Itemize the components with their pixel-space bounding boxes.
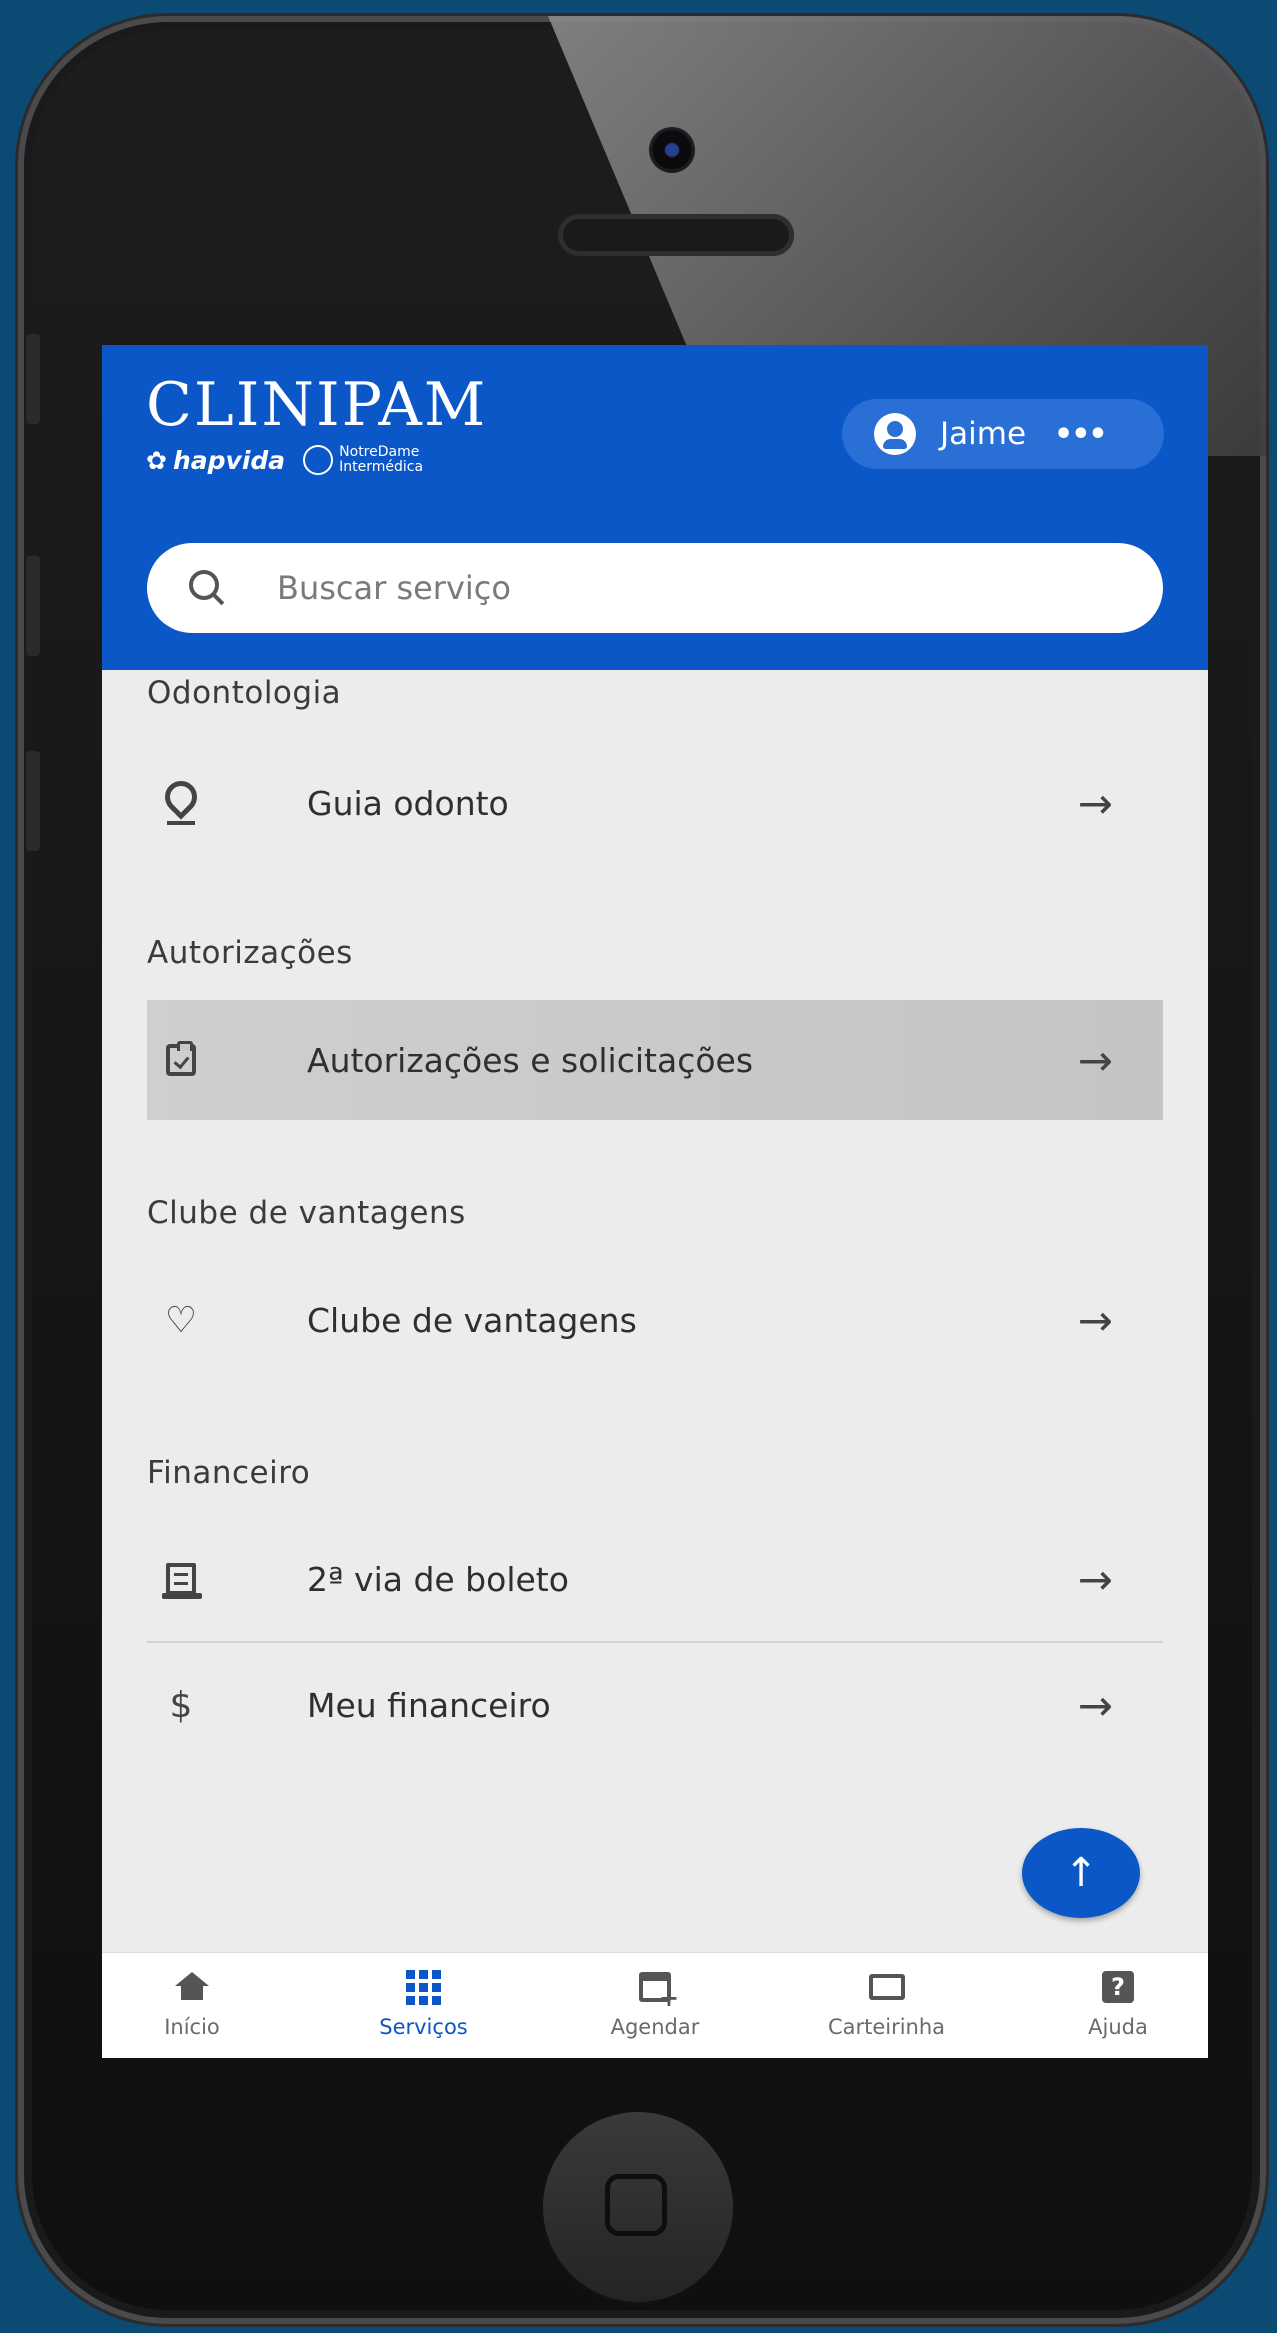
user-name: Jaime	[940, 416, 1027, 452]
help-icon: ?	[1102, 1967, 1134, 2007]
home-icon	[175, 1967, 209, 2007]
divider	[147, 1641, 1163, 1643]
mute-switch	[26, 334, 40, 424]
app-screen: CLINIPAM ✿ hapvida NotreDame Intermédica…	[102, 345, 1208, 2058]
front-camera	[652, 130, 692, 170]
app-header: CLINIPAM ✿ hapvida NotreDame Intermédica…	[102, 345, 1208, 670]
user-avatar-icon	[874, 413, 916, 455]
user-menu-button[interactable]: Jaime •••	[842, 399, 1164, 469]
volume-down-button	[26, 751, 40, 851]
earpiece-speaker	[558, 214, 794, 256]
sub-brands: ✿ hapvida NotreDame Intermédica	[146, 445, 423, 475]
item-label: 2ª via de boleto	[307, 1559, 569, 1599]
notredame-label: NotreDame	[339, 444, 420, 460]
nav-label: Agendar	[610, 2015, 700, 2039]
nav-label: Serviços	[379, 2015, 468, 2039]
arrow-right-icon: →	[1077, 778, 1113, 828]
section-title-autorizacoes: Autorizações	[147, 935, 353, 971]
arrow-right-icon: →	[1077, 1554, 1113, 1604]
brand-logo: CLINIPAM	[146, 370, 488, 440]
heart-icon: ♡	[164, 1299, 198, 1341]
arrow-right-icon: →	[1077, 1680, 1113, 1730]
notredame-mark-icon	[303, 445, 334, 475]
notredame-logo: NotreDame Intermédica	[303, 445, 423, 475]
volume-up-button	[26, 556, 40, 656]
arrow-up-icon: ↑	[1064, 1850, 1098, 1896]
bottom-nav: Início Serviços Agendar Carteirinha ? Aj…	[102, 1952, 1208, 2058]
item-label: Guia odonto	[307, 783, 509, 823]
item-label: Meu financeiro	[307, 1685, 551, 1725]
scroll-to-top-button[interactable]: ↑	[1022, 1828, 1140, 1918]
grid-icon	[406, 1967, 441, 2007]
hapvida-flower-icon: ✿	[146, 445, 167, 475]
search-bar[interactable]	[147, 543, 1163, 633]
arrow-right-icon: →	[1077, 1295, 1113, 1345]
dollar-icon: $	[169, 1684, 193, 1726]
arrow-right-icon: →	[1077, 1035, 1113, 1085]
home-button[interactable]	[543, 2112, 733, 2302]
nav-item-agendar[interactable]: Agendar	[565, 1953, 745, 2058]
item-label: Clube de vantagens	[307, 1300, 637, 1340]
nav-item-inicio[interactable]: Início	[102, 1953, 282, 2058]
card-icon	[868, 1967, 905, 2007]
list-item-guia-odonto[interactable]: Guia odonto →	[147, 743, 1163, 863]
list-item-segunda-via-boleto[interactable]: 2ª via de boleto →	[147, 1519, 1163, 1639]
section-title-clube: Clube de vantagens	[147, 1195, 466, 1231]
intermedica-label: Intermédica	[339, 459, 424, 475]
nav-label: Ajuda	[1088, 2015, 1148, 2039]
nav-label: Início	[164, 2015, 220, 2039]
more-icon: •••	[1054, 416, 1108, 452]
list-item-autorizacoes[interactable]: Autorizações e solicitações →	[147, 1000, 1163, 1120]
nav-item-ajuda[interactable]: ? Ajuda	[1028, 1953, 1208, 2058]
item-label: Autorizações e solicitações	[307, 1040, 754, 1080]
nav-label: Carteirinha	[827, 2015, 946, 2039]
nav-item-carteirinha[interactable]: Carteirinha	[797, 1953, 977, 2058]
list-item-meu-financeiro[interactable]: $ Meu financeiro →	[147, 1645, 1163, 1765]
calendar-add-icon	[639, 1967, 679, 2012]
section-title-odontologia: Odontologia	[147, 675, 342, 711]
section-title-financeiro: Financeiro	[147, 1455, 311, 1491]
search-input[interactable]	[277, 569, 1037, 607]
map-pin-icon	[158, 774, 204, 825]
hapvida-logo: ✿ hapvida	[146, 446, 285, 475]
nav-item-servicos[interactable]: Serviços	[334, 1953, 514, 2058]
clipboard-check-icon	[159, 1038, 203, 1082]
search-icon	[187, 568, 227, 608]
receipt-icon	[159, 1557, 203, 1601]
hapvida-label: hapvida	[172, 445, 286, 475]
list-item-clube-vantagens[interactable]: ♡ Clube de vantagens →	[147, 1260, 1163, 1380]
